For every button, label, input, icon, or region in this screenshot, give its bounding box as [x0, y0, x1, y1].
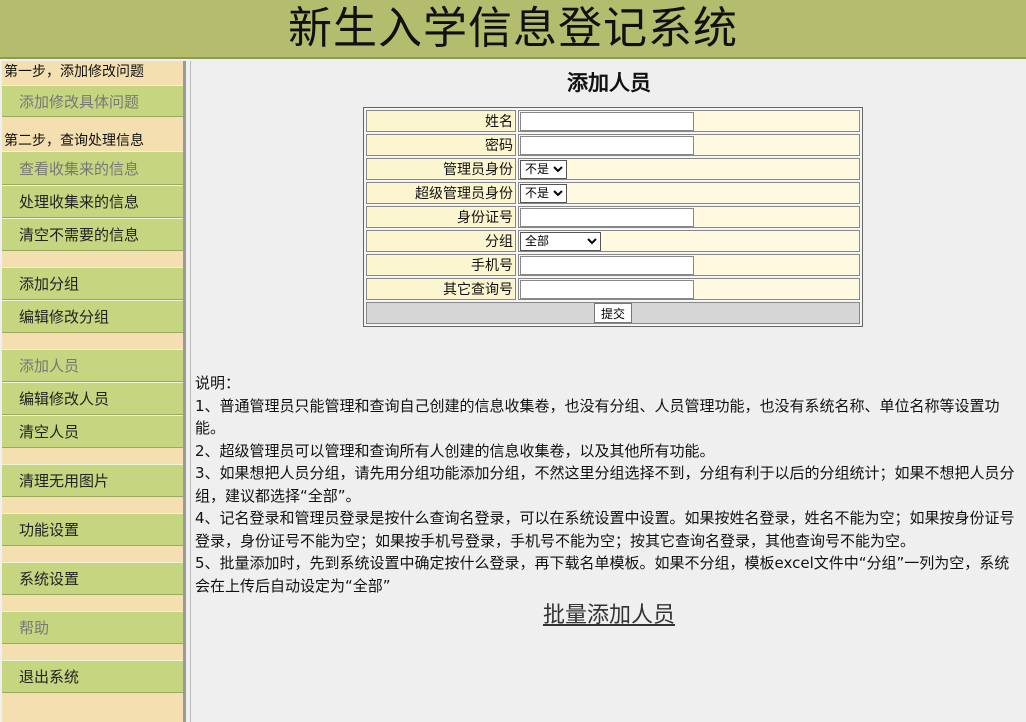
- submit-button[interactable]: 提交: [593, 303, 632, 323]
- admin-label: 管理员身份: [366, 158, 516, 180]
- sidebar-item-add-person[interactable]: 添加人员: [2, 349, 183, 382]
- note-3: 3、如果想把人员分组，请先用分组功能添加分组，不然这里分组选择不到，分组有利于以…: [195, 464, 1015, 505]
- divider: [2, 497, 183, 513]
- sidebar-item-view-info[interactable]: 查看收集来的信息: [2, 151, 183, 185]
- admin-select[interactable]: 不是: [520, 159, 567, 179]
- super-admin-label: 超级管理员身份: [366, 182, 516, 204]
- id-number-label: 身份证号: [366, 206, 516, 228]
- main-content: 添加人员 姓名 密码 管理员身份 不是 超级管理员身份 不是 身份证号 分组 全…: [190, 61, 1026, 722]
- sidebar-item-function-settings[interactable]: 功能设置: [2, 513, 183, 546]
- note-4: 4、记名登录和管理员登录是按什么查询名登录，可以在系统设置中设置。如果按姓名登录…: [195, 509, 1015, 550]
- note-5: 5、批量添加时，先到系统设置中确定按什么登录，再下载名单模板。如果不分组，模板e…: [195, 554, 1010, 595]
- password-label: 密码: [366, 134, 516, 156]
- phone-input[interactable]: [520, 255, 694, 275]
- sidebar-item-clean-images[interactable]: 清理无用图片: [2, 464, 183, 497]
- name-label: 姓名: [366, 110, 516, 132]
- password-input[interactable]: [520, 135, 694, 155]
- bulk-add-link[interactable]: 批量添加人员: [543, 603, 675, 628]
- divider: [2, 251, 183, 267]
- divider: [2, 333, 183, 349]
- step1-title: 第一步，添加修改问题: [2, 61, 183, 85]
- group-label: 分组: [366, 230, 516, 252]
- step2-title: 第二步，查询处理信息: [2, 132, 183, 151]
- divider: [2, 448, 183, 464]
- divider: [2, 546, 183, 562]
- other-id-label: 其它查询号: [366, 278, 516, 300]
- app-header: 新生入学信息登记系统: [0, 0, 1026, 59]
- instructions: 说明： 1、普通管理员只能管理和查询自己创建的信息收集卷，也没有分组、人员管理功…: [195, 372, 1023, 597]
- sidebar-item-logout[interactable]: 退出系统: [2, 660, 183, 693]
- sidebar-item-clear-info[interactable]: 清空不需要的信息: [2, 218, 183, 251]
- app-title: 新生入学信息登记系统: [288, 3, 738, 54]
- sidebar: 第一步，添加修改问题 添加修改具体问题 第二步，查询处理信息 查看收集来的信息 …: [2, 61, 186, 722]
- other-id-input[interactable]: [520, 279, 694, 299]
- group-select[interactable]: 全部: [520, 231, 601, 251]
- divider: [2, 595, 183, 611]
- sidebar-item-help[interactable]: 帮助: [2, 611, 183, 644]
- add-person-form: 姓名 密码 管理员身份 不是 超级管理员身份 不是 身份证号 分组 全部 手机号…: [363, 107, 863, 327]
- id-number-input[interactable]: [520, 207, 694, 227]
- sidebar-item-edit-person[interactable]: 编辑修改人员: [2, 382, 183, 415]
- sidebar-item-add-group[interactable]: 添加分组: [2, 267, 183, 300]
- notes-heading: 说明：: [195, 374, 241, 392]
- page-title: 添加人员: [567, 71, 651, 95]
- phone-label: 手机号: [366, 254, 516, 276]
- name-input[interactable]: [520, 111, 694, 131]
- divider: [2, 644, 183, 660]
- note-2: 2、超级管理员可以管理和查询所有人创建的信息收集卷，以及其他所有功能。: [195, 441, 715, 460]
- bulk-add-container: 批量添加人员: [191, 600, 1026, 632]
- super-admin-select[interactable]: 不是: [520, 183, 567, 203]
- sidebar-item-edit-questions[interactable]: 添加修改具体问题: [2, 85, 183, 117]
- sidebar-item-system-settings[interactable]: 系统设置: [2, 562, 183, 595]
- note-1: 1、普通管理员只能管理和查询自己创建的信息收集卷，也没有分组、人员管理功能，也没…: [195, 396, 1000, 438]
- sidebar-item-edit-group[interactable]: 编辑修改分组: [2, 300, 183, 333]
- sidebar-item-clear-people[interactable]: 清空人员: [2, 415, 183, 448]
- sidebar-item-process-info[interactable]: 处理收集来的信息: [2, 185, 183, 218]
